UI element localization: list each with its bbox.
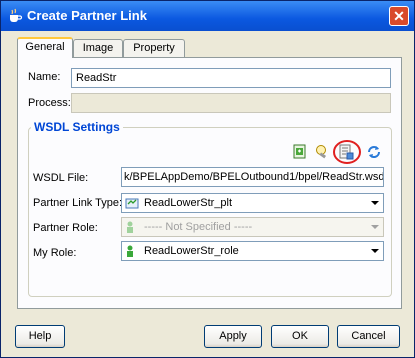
partner-role-label: Partner Role: xyxy=(33,222,98,234)
my-role-label: My Role: xyxy=(33,247,77,259)
partner-link-type-icon xyxy=(125,198,139,209)
tab-label: Image xyxy=(82,42,114,54)
partner-link-type-value: ReadLowerStr_plt xyxy=(144,197,233,209)
my-role-combo[interactable]: ReadLowerStr_role xyxy=(121,241,384,261)
role-icon xyxy=(127,245,133,257)
chevron-down-icon xyxy=(371,249,379,253)
bulb-wizard-icon[interactable] xyxy=(313,143,331,161)
help-label: Help xyxy=(28,330,52,342)
ok-label: OK xyxy=(292,330,308,342)
partner-link-type-label: Partner Link Type: xyxy=(33,197,123,209)
title-bar[interactable]: Create Partner Link ✕ xyxy=(1,1,414,31)
tab-property[interactable]: Property xyxy=(123,39,185,57)
name-field[interactable]: ReadStr xyxy=(71,68,391,88)
wsdl-file-field[interactable]: k/BPELAppDemo/BPELOutbound1/bpel/ReadStr… xyxy=(121,167,384,187)
help-button[interactable]: Help xyxy=(15,325,65,348)
create-partner-link-dialog: Create Partner Link ✕ General Image Prop… xyxy=(0,0,415,358)
tab-image[interactable]: Image xyxy=(73,39,123,57)
highlight-circle xyxy=(333,140,361,164)
apply-button[interactable]: Apply xyxy=(204,325,262,348)
close-button[interactable]: ✕ xyxy=(389,6,409,26)
process-label: Process: xyxy=(28,97,71,109)
ok-button[interactable]: OK xyxy=(271,325,329,348)
process-field[interactable] xyxy=(71,93,391,113)
tab-label: General xyxy=(25,41,65,53)
partner-role-combo[interactable]: ----- Not Specified ----- xyxy=(121,217,384,237)
wsdl-file-label: WSDL File: xyxy=(33,172,89,184)
name-label: Name: xyxy=(28,71,61,83)
my-role-value: ReadLowerStr_role xyxy=(144,245,239,257)
refresh-icon[interactable] xyxy=(365,143,383,161)
partner-role-value: ----- Not Specified ----- xyxy=(144,221,253,233)
role-icon xyxy=(127,221,133,233)
apply-label: Apply xyxy=(219,330,247,342)
service-explorer-icon[interactable] xyxy=(291,143,309,161)
tab-label: Property xyxy=(133,42,175,54)
partner-link-type-combo[interactable]: ReadLowerStr_plt xyxy=(121,193,384,213)
cancel-button[interactable]: Cancel xyxy=(337,325,400,348)
coffee-cup-icon xyxy=(10,8,23,22)
window-title: Create Partner Link xyxy=(27,8,147,23)
close-icon: ✕ xyxy=(393,8,405,24)
wsdl-settings-title: WSDL Settings xyxy=(31,120,123,134)
tab-general[interactable]: General xyxy=(17,37,73,58)
cancel-label: Cancel xyxy=(351,330,386,342)
chevron-down-icon xyxy=(371,201,379,205)
chevron-down-icon xyxy=(371,225,379,229)
